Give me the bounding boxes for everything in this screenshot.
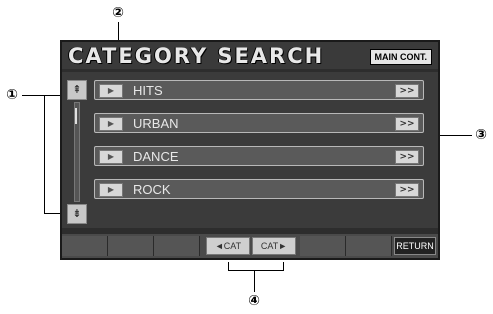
more-button[interactable]: >> [395, 183, 419, 197]
callout-2: ② [112, 5, 124, 21]
bottom-cell [154, 236, 200, 256]
category-row-rock[interactable]: ▶ ROCK >> [94, 179, 424, 199]
more-button[interactable]: >> [395, 84, 419, 98]
category-list-area: ⇞ ⇟ ▶ HITS >> ▶ URBAN >> ▶ DANCE >> ▶ RO… [62, 72, 438, 228]
bottom-cell [108, 236, 154, 256]
scroll-up-icon[interactable]: ⇞ [67, 80, 87, 100]
category-label: HITS [133, 83, 163, 98]
return-button[interactable]: RETURN [394, 237, 436, 255]
category-row-urban[interactable]: ▶ URBAN >> [94, 113, 424, 133]
bottom-bar: ◄CAT CAT► RETURN [62, 234, 438, 258]
bottom-cell [300, 236, 346, 256]
scroll-down-icon[interactable]: ⇟ [67, 204, 87, 224]
category-row-dance[interactable]: ▶ DANCE >> [94, 146, 424, 166]
callout-1: ① [6, 87, 18, 103]
leader-line-1-vert [44, 95, 45, 213]
play-icon[interactable]: ▶ [99, 150, 123, 164]
play-icon[interactable]: ▶ [99, 117, 123, 131]
callout-4: ④ [248, 293, 260, 309]
more-button[interactable]: >> [395, 150, 419, 164]
leader-line-4-vert [254, 270, 255, 292]
cat-prev-button[interactable]: ◄CAT [206, 237, 250, 255]
callout-3: ③ [475, 127, 487, 143]
play-icon[interactable]: ▶ [99, 84, 123, 98]
main-cont-button[interactable]: MAIN CONT. [369, 49, 432, 65]
play-icon[interactable]: ▶ [99, 183, 123, 197]
more-button[interactable]: >> [395, 117, 419, 131]
leader-line-4-horiz [228, 270, 284, 271]
leader-line-1 [22, 95, 44, 96]
leader-line-4-right [283, 262, 284, 271]
category-label: DANCE [133, 149, 179, 164]
cat-next-button[interactable]: CAT► [252, 237, 296, 255]
category-label: URBAN [133, 116, 179, 131]
title-bar: CATEGORY SEARCH MAIN CONT. [62, 42, 438, 69]
category-label: ROCK [133, 182, 171, 197]
bottom-cell [62, 236, 108, 256]
category-row-hits[interactable]: ▶ HITS >> [94, 80, 424, 100]
leader-line-4-left [228, 262, 229, 271]
device-screen: CATEGORY SEARCH MAIN CONT. ⇞ ⇟ ▶ HITS >>… [60, 40, 440, 260]
page-title: CATEGORY SEARCH [68, 44, 325, 68]
scroll-thumb[interactable] [75, 108, 77, 124]
bottom-cell [346, 236, 392, 256]
scrollbar[interactable]: ⇞ ⇟ [67, 80, 87, 224]
